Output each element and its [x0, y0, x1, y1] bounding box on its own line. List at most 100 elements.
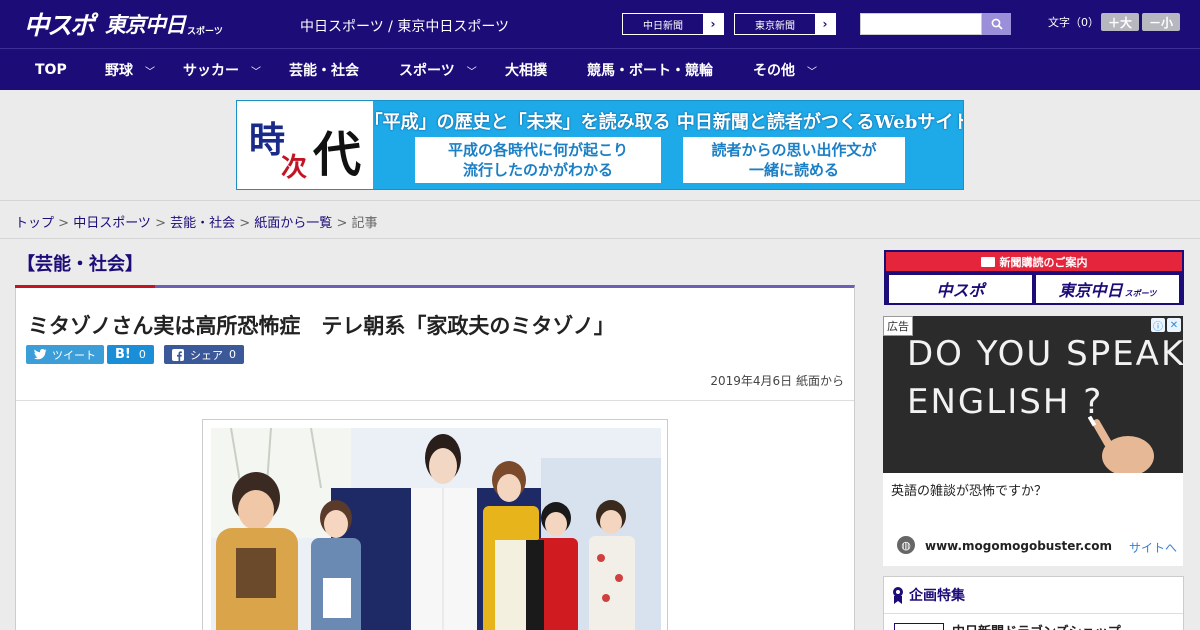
nav-item-label: サッカー [183, 63, 239, 79]
logo-chuspo: 中スポ [24, 11, 95, 40]
ad-label: 広告 [883, 316, 913, 336]
hand-with-chalk-icon [1088, 416, 1154, 473]
site-name[interactable]: 中日スポーツ / 東京中日スポーツ [300, 16, 509, 36]
ad-text[interactable]: 英語の雑談が恐怖ですか？ [891, 480, 1047, 499]
ad-chalkboard-image: DO YOU SPEAK ENGLISH ? [883, 316, 1183, 473]
subscription-banner-title: 新聞購読のご案内 [886, 252, 1182, 271]
jidai-logo: 時 次 代 [237, 101, 373, 189]
banner-box-right-line2: 一緒に読める [748, 161, 839, 179]
breadcrumb: トップ > 中日スポーツ > 芸能・社会 > 紙面から一覧 > 記事 [15, 212, 378, 231]
facebook-icon [172, 348, 184, 361]
logo-sports: スポーツ [187, 26, 223, 37]
banner-box-left-line1: 平成の各時代に何が起こり [447, 141, 628, 159]
subscription-banner-label: 新聞購読のご案内 [999, 255, 1088, 269]
nav-item-baseball[interactable]: 野球 ﹀ [105, 49, 155, 91]
jidai-logo-tsugi: 次 [281, 153, 308, 183]
chevron-down-icon: ﹀ [251, 66, 261, 78]
font-size-label: 文字（0） [1048, 16, 1099, 29]
breadcrumb-top[interactable]: トップ [15, 216, 54, 231]
jidai-logo-ji: 時 [249, 119, 286, 161]
banner-box-right: 読者からの思い出作文が 一緒に読める [683, 137, 905, 183]
cast-photo-image [211, 428, 661, 630]
chevron-right-icon: › [815, 14, 835, 34]
subscription-banner[interactable]: 新聞購読のご案内 中スポ 東京中日 スポーツ [884, 250, 1184, 305]
heisei-banner[interactable]: 時 次 代 「平成」の歴史と「未来」を読み取る 中日新聞と読者がつくるWebサイ… [236, 100, 964, 190]
article-accent-bar [15, 285, 155, 288]
tweet-button[interactable]: ツイート [26, 345, 104, 364]
nav-item-racing[interactable]: 競馬・ボート・競輪 [587, 49, 713, 91]
banner-box-left-line2: 流行したのかがわかる [462, 161, 613, 179]
subscribe-tokyo-chunichi-label: 東京中日 [1058, 281, 1123, 300]
nav-item-top[interactable]: TOP [35, 49, 67, 91]
close-icon[interactable]: ✕ [1167, 318, 1181, 332]
ribbon-icon [893, 587, 903, 604]
chevron-right-icon: › [703, 14, 723, 34]
feature-section-label: 企画特集 [909, 588, 965, 604]
feature-item-dragons-shop[interactable]: 中日新聞ドラゴンズショップ [952, 621, 1121, 630]
article-dateline: 2019年4月6日 紙面から [710, 374, 844, 388]
chunichi-shimbun-link[interactable]: 中日新聞 › [622, 13, 724, 35]
search-input[interactable] [860, 13, 982, 35]
globe-icon: ◍ [897, 536, 915, 554]
breadcrumb-chunichi-sports[interactable]: 中日スポーツ [73, 216, 151, 231]
breadcrumb-current: 記事 [351, 216, 378, 231]
article-headline: ミタゾノさん実は高所恐怖症 テレ朝系「家政夫のミタゾノ」 [28, 314, 615, 338]
font-larger-button[interactable]: ＋大 [1101, 13, 1139, 31]
banner-box-left: 平成の各時代に何が起こり 流行したのかがわかる [415, 137, 661, 183]
chevron-down-icon: ﹀ [807, 66, 817, 78]
breadcrumb-entertainment[interactable]: 芸能・社会 [170, 216, 235, 231]
nav-item-entertainment[interactable]: 芸能・社会 [289, 49, 359, 91]
font-smaller-button[interactable]: －小 [1142, 13, 1180, 31]
site-logo[interactable]: 中スポ 東京中日 スポーツ [24, 8, 223, 40]
nav-item-label: その他 [753, 63, 795, 79]
subscribe-chuspo-button[interactable]: 中スポ [889, 275, 1032, 303]
chevron-down-icon: ﹀ [466, 66, 477, 78]
jidai-logo-dai: 代 [313, 127, 362, 183]
breadcrumb-bar: トップ > 中日スポーツ > 芸能・社会 > 紙面から一覧 > 記事 [0, 200, 1200, 239]
chunichi-shimbun-label: 中日新聞 [643, 20, 683, 32]
nav-item-label: スポーツ [399, 63, 455, 79]
facebook-share-count: 0 [229, 348, 236, 361]
nav-item-label: 野球 [105, 63, 133, 79]
nav-item-label: 大相撲 [505, 63, 547, 79]
ad-chalk-line2: ENGLISH ? [907, 382, 1104, 422]
subscribe-tokyo-chunichi-small: スポーツ [1124, 288, 1157, 298]
ad-site-link-label: サイトへ [1128, 541, 1177, 555]
twitter-bird-icon [34, 349, 47, 360]
ad-choice-icons[interactable]: ⓘ ✕ [1151, 318, 1181, 333]
nav-item-soccer[interactable]: サッカー ﹀ [183, 49, 261, 91]
nav-item-label: 競馬・ボート・競輪 [587, 63, 713, 79]
ad-site-link[interactable]: サイトへ [1129, 539, 1177, 556]
search-icon [991, 18, 1003, 30]
article-card: ミタゾノさん実は高所恐怖症 テレ朝系「家政夫のミタゾノ」 ツイート B! 0 シ… [15, 285, 855, 630]
article-photo[interactable] [211, 428, 661, 630]
tokyo-shimbun-link[interactable]: 東京新聞 › [734, 13, 836, 35]
facebook-share-label: シェア [190, 348, 223, 362]
banner-box-right-line1: 読者からの思い出作文が [711, 141, 877, 159]
breadcrumb-separator: > [332, 216, 352, 231]
ad-domain[interactable]: www.mogomogobuster.com [925, 539, 1112, 553]
feature-thumbnail[interactable] [894, 623, 944, 630]
top-header: 中スポ 東京中日 スポーツ 中日スポーツ / 東京中日スポーツ 中日新聞 › 東… [0, 0, 1200, 48]
divider [884, 613, 1183, 614]
nav-item-other[interactable]: その他 ﹀ [753, 49, 817, 91]
breadcrumb-separator: > [150, 216, 171, 231]
ad-chalk-line1: DO YOU SPEAK [907, 334, 1183, 374]
newspaper-icon [980, 256, 995, 267]
feature-section: 企画特集 中日新聞ドラゴンズショップ [883, 576, 1184, 630]
ad-info-icon[interactable]: ⓘ [1151, 318, 1165, 333]
search-button[interactable] [982, 13, 1011, 35]
banner-area: 時 次 代 「平成」の歴史と「未来」を読み取る 中日新聞と読者がつくるWebサイ… [0, 90, 1200, 200]
hatena-bookmark-button[interactable]: B! 0 [107, 345, 154, 364]
nav-item-sumo[interactable]: 大相撲 [505, 49, 547, 91]
nav-item-sports[interactable]: スポーツ ﹀ [399, 49, 477, 91]
breadcrumb-separator: > [235, 216, 255, 231]
nav-item-label: TOP [35, 62, 67, 78]
subscribe-tokyo-chunichi-button[interactable]: 東京中日 スポーツ [1036, 275, 1179, 303]
main-nav: TOP 野球 ﹀ サッカー ﹀ 芸能・社会 スポーツ ﹀ 大相撲 競馬・ボート・… [0, 48, 1200, 90]
facebook-share-button[interactable]: シェア 0 [164, 345, 244, 364]
hatena-icon: B! [115, 347, 131, 362]
nav-item-label: 芸能・社会 [289, 63, 359, 79]
sidebar-ad[interactable]: DO YOU SPEAK ENGLISH ? 広告 ⓘ ✕ 英語の雑談が恐怖です… [883, 316, 1183, 566]
breadcrumb-paper-list[interactable]: 紙面から一覧 [254, 216, 332, 231]
